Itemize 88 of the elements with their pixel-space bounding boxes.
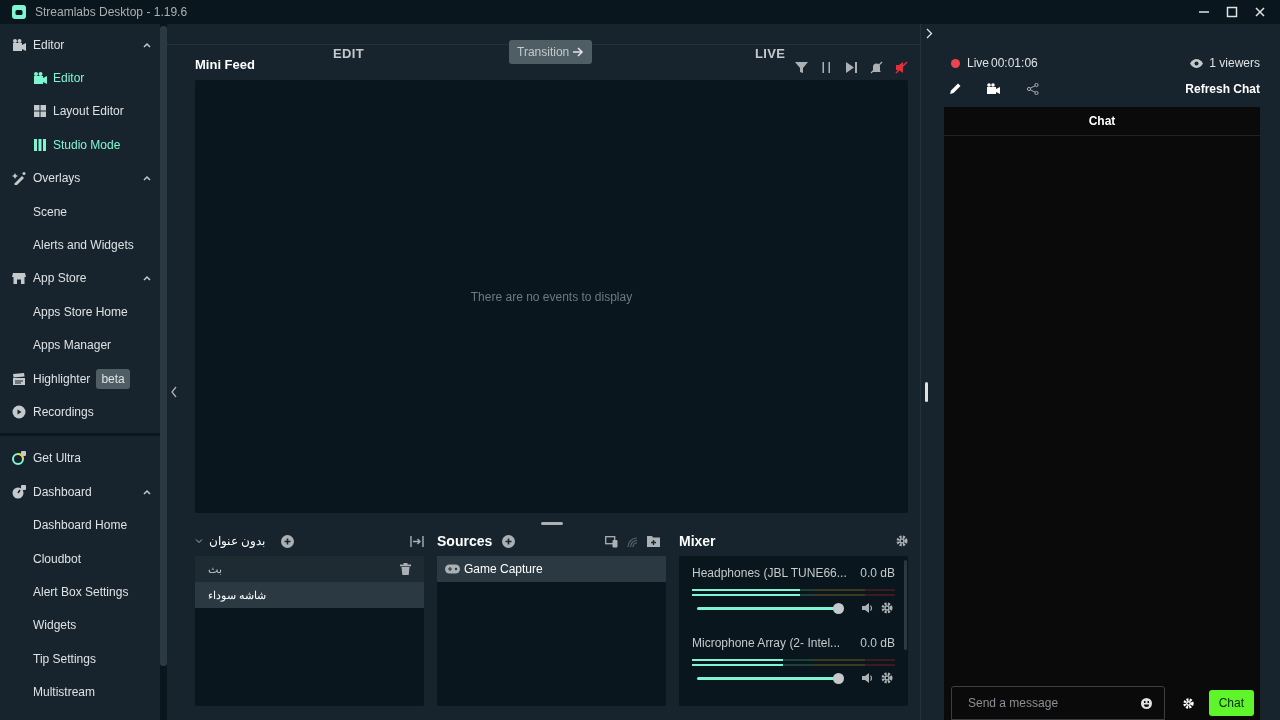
scrollbar-thumb[interactable]	[160, 26, 167, 666]
camera-icon[interactable]	[987, 83, 1000, 95]
channel-name: Microphone Array (2- Intel...	[692, 635, 841, 652]
sidebar-item[interactable]: Alerts and Widgets	[33, 236, 134, 255]
sidebar-item[interactable]: Apps Store Home	[33, 302, 128, 321]
add-icon[interactable]	[502, 534, 516, 548]
slider-thumb[interactable]	[833, 602, 845, 614]
collapse-left-icon[interactable]	[170, 386, 178, 398]
panel-title: Mixer	[679, 531, 716, 551]
chevron-down-icon[interactable]	[195, 537, 203, 545]
trash-icon[interactable]	[400, 563, 411, 575]
sidebar-item[interactable]: Tip Settings	[33, 649, 96, 668]
folder-add-icon[interactable]	[647, 535, 660, 547]
eye-icon	[1190, 58, 1204, 68]
sidebar-item[interactable]: Dashboard Home	[33, 516, 128, 535]
sidebar-item[interactable]: Editor	[53, 69, 85, 88]
sidebar-group-item[interactable]: Get Ultra	[33, 449, 81, 468]
filter-icon[interactable]	[795, 61, 808, 74]
speaker-icon[interactable]	[861, 672, 873, 684]
resize-handle[interactable]	[540, 522, 563, 525]
sidebar-item[interactable]: Alert Box Settings	[33, 582, 129, 601]
chat-title: Chat	[1088, 113, 1116, 130]
pencil-icon[interactable]	[949, 83, 961, 95]
panel-title: Mini Feed	[195, 55, 255, 74]
empty-message: There are no events to display	[470, 288, 633, 306]
message-input[interactable]: Send a message	[951, 686, 1165, 720]
broadcast-icon[interactable]	[626, 534, 639, 548]
share-icon[interactable]	[1027, 83, 1039, 95]
sidebar-group-item[interactable]: Highlighter	[33, 369, 91, 388]
panel-title: Sources	[437, 531, 493, 551]
app-logo-icon	[12, 5, 26, 19]
store-icon	[12, 271, 26, 286]
transition-button[interactable]: Transition	[509, 40, 593, 64]
speaker-muted-icon[interactable]	[895, 61, 908, 74]
refresh-chat-link[interactable]: Refresh Chat	[1185, 80, 1260, 98]
sidebar-group-item[interactable]: Editor	[33, 35, 65, 54]
skip-forward-icon[interactable]	[845, 61, 858, 74]
sidebar-item[interactable]: Scene	[33, 202, 68, 221]
sidebar-item[interactable]: Cloudbot	[33, 549, 82, 568]
gamepad-icon	[445, 564, 460, 574]
dashboard-gauge-icon	[12, 484, 26, 499]
sidebar-group-item[interactable]: Dashboard	[33, 482, 92, 501]
close-icon[interactable]	[1253, 5, 1267, 19]
live-label: LIVE	[755, 45, 786, 63]
sidebar-item[interactable]: Apps Manager	[33, 336, 112, 355]
play-circle-icon	[12, 405, 26, 419]
expand-right-icon[interactable]	[926, 28, 933, 39]
bell-muted-icon[interactable]	[870, 61, 883, 74]
speaker-icon[interactable]	[861, 602, 873, 614]
sidebar-group-item[interactable]: Recordings	[33, 403, 94, 421]
sidebar-group-item[interactable]: App Store	[33, 269, 87, 288]
grid-icon	[33, 104, 47, 119]
emoji-icon[interactable]	[1141, 698, 1152, 709]
pause-icon[interactable]	[820, 61, 833, 74]
devices-icon[interactable]	[605, 534, 618, 548]
beta-badge: beta	[96, 368, 130, 389]
scene-item[interactable]: شاشه سوداء	[195, 582, 424, 608]
magic-wand-icon	[12, 171, 26, 186]
camera-icon	[33, 71, 47, 86]
columns-icon	[33, 137, 47, 152]
scene-item[interactable]: بث	[195, 556, 424, 582]
clapperboard-icon	[12, 371, 26, 386]
settings-icon[interactable]	[881, 672, 893, 684]
arrow-right-icon	[572, 47, 585, 57]
db-reading: 0.0 dB	[860, 635, 895, 652]
send-chat-button[interactable]: Chat	[1208, 690, 1254, 716]
source-item[interactable]: Game Capture	[437, 556, 666, 582]
expand-icon[interactable]	[410, 534, 424, 548]
camera-icon	[12, 37, 26, 52]
edit-label: EDIT	[333, 45, 364, 63]
stream-timer: 00:01:06	[991, 55, 1038, 72]
maximize-icon[interactable]	[1225, 5, 1239, 19]
sidebar-item[interactable]: Layout Editor	[53, 102, 124, 121]
live-label: Live	[967, 55, 989, 72]
resize-handle[interactable]	[925, 382, 928, 402]
sidebar-item[interactable]: Studio Mode	[53, 135, 121, 154]
channel-name: Headphones (JBL TUNE66...	[692, 565, 847, 582]
viewer-count: 1 viewers	[1209, 55, 1260, 72]
sidebar-item[interactable]: Widgets	[33, 616, 77, 635]
sidebar-item[interactable]: Multistream	[33, 683, 95, 702]
sidebar-group-item[interactable]: Overlays	[33, 169, 81, 188]
settings-icon[interactable]	[881, 602, 893, 614]
slider-thumb[interactable]	[833, 672, 845, 684]
window-title: Streamlabs Desktop - 1.19.6	[35, 4, 188, 21]
scene-collection-title[interactable]: بدون عنوان	[209, 532, 266, 550]
add-icon[interactable]	[281, 534, 295, 548]
db-reading: 0.0 dB	[860, 565, 895, 582]
settings-icon[interactable]	[896, 535, 908, 547]
